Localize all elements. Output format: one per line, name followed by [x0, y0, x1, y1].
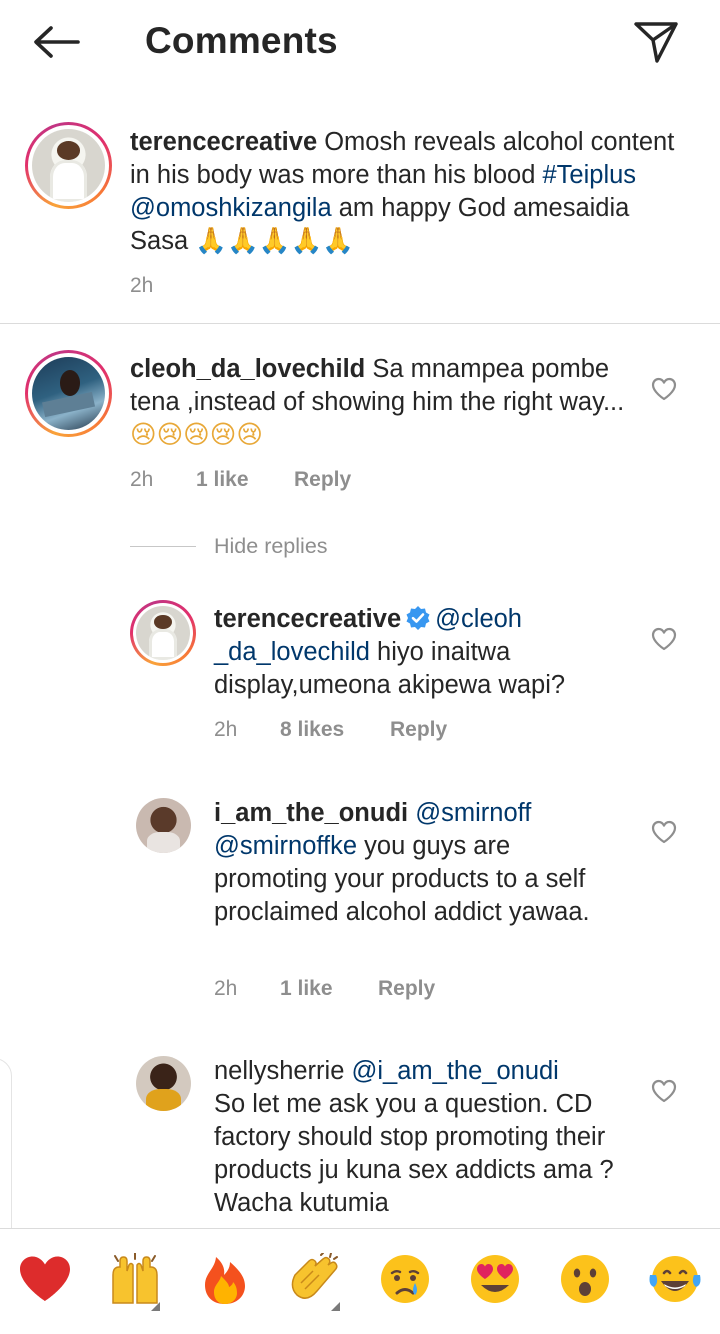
avatar-ring[interactable]	[25, 350, 112, 437]
likes-count[interactable]: 1 like	[196, 468, 294, 492]
emoji-heart-button[interactable]	[0, 1229, 90, 1329]
heart-outline-icon	[651, 377, 677, 401]
timestamp: 2h	[214, 718, 238, 741]
comment-meta: 2h 1 like Reply	[130, 468, 351, 492]
timestamp: 2h	[130, 274, 154, 297]
like-comment-button[interactable]	[650, 819, 678, 845]
reply-button[interactable]: Reply	[294, 468, 351, 492]
skin-tone-indicator	[331, 1302, 340, 1311]
crying-emojis: 😢😢😢😢😢	[130, 420, 263, 450]
mention-link[interactable]: @smirnoffke	[214, 832, 357, 860]
reply-text: terencecreative @cleoh _da_lovechild hiy…	[214, 605, 566, 699]
username[interactable]: i_am_the_onudi	[214, 799, 408, 827]
username[interactable]: nellysherrie	[214, 1057, 344, 1085]
avatar-ring[interactable]	[25, 122, 112, 209]
emoji-crying-button[interactable]	[360, 1229, 450, 1329]
timestamp: 2h	[214, 977, 238, 1000]
verified-badge-icon	[406, 606, 430, 630]
emoji-fire-button[interactable]	[180, 1229, 270, 1329]
reply-text: nellysherrie @i_am_the_onudi So let me as…	[214, 1057, 614, 1217]
emoji-surprised-button[interactable]	[540, 1229, 630, 1329]
like-comment-button[interactable]	[650, 376, 678, 402]
crying-face-icon	[381, 1255, 429, 1303]
emoji-raised-hands-button[interactable]	[90, 1229, 180, 1329]
raised-hands-icon	[112, 1253, 158, 1304]
hashtag-link[interactable]: #Teiplus	[542, 161, 636, 189]
timestamp: 2h	[130, 468, 154, 491]
likes-count[interactable]: 8 likes	[280, 718, 390, 742]
reply-button[interactable]: Reply	[378, 977, 435, 1001]
reply-meta: 2h 8 likes Reply	[214, 718, 447, 742]
pray-emojis: 🙏🙏🙏🙏🙏	[195, 226, 354, 256]
caption-text: terencecreative Omosh reveals alcohol co…	[130, 128, 675, 256]
heart-outline-icon	[651, 627, 677, 651]
hide-replies-toggle[interactable]: Hide replies	[130, 534, 328, 559]
username[interactable]: terencecreative	[130, 128, 317, 156]
mention-link[interactable]: @smirnoff	[415, 799, 531, 827]
username[interactable]: cleoh_da_lovechild	[130, 355, 365, 383]
reply-meta: 2h 1 like Reply	[214, 977, 435, 1001]
back-arrow-icon	[34, 26, 80, 58]
heart-eyes-icon	[471, 1255, 519, 1303]
share-button[interactable]	[630, 18, 682, 66]
emoji-clapping-button[interactable]	[270, 1229, 360, 1329]
heart-outline-icon	[651, 820, 677, 844]
red-heart-icon	[20, 1256, 70, 1301]
top-bar: Comments	[0, 0, 720, 86]
avatar[interactable]	[136, 798, 191, 853]
paper-plane-icon	[634, 22, 678, 63]
avatar[interactable]	[136, 1056, 191, 1111]
surprised-face-icon	[561, 1255, 609, 1303]
like-comment-button[interactable]	[650, 1078, 678, 1104]
page-title: Comments	[145, 20, 338, 61]
reply-button[interactable]: Reply	[390, 718, 447, 742]
thread-line	[130, 546, 196, 547]
emoji-heart-eyes-button[interactable]	[450, 1229, 540, 1329]
reply-text: i_am_the_onudi @smirnoff @smirnoffke you…	[214, 799, 590, 926]
skin-tone-indicator	[151, 1302, 160, 1311]
mention-link[interactable]: @omoshkizangila	[130, 194, 332, 222]
mention-link[interactable]: @i_am_the_onudi	[351, 1057, 558, 1085]
likes-count[interactable]: 1 like	[280, 977, 378, 1001]
clapping-hands-icon	[291, 1253, 338, 1299]
username[interactable]: terencecreative	[214, 605, 401, 633]
fire-icon	[205, 1257, 245, 1304]
avatar	[32, 357, 105, 430]
comment-text: cleoh_da_lovechild Sa mnampea pombe tena…	[130, 355, 625, 450]
emoji-laughing-button[interactable]	[630, 1229, 720, 1329]
heart-outline-icon	[651, 1079, 677, 1103]
tears-of-joy-icon	[649, 1256, 701, 1302]
divider	[0, 323, 720, 324]
back-button[interactable]	[30, 20, 82, 64]
emoji-quick-bar	[0, 1228, 720, 1334]
hide-replies-label: Hide replies	[214, 534, 328, 558]
like-comment-button[interactable]	[650, 626, 678, 652]
caption-meta: 2h	[130, 274, 196, 298]
avatar-ring[interactable]	[130, 600, 196, 666]
avatar	[32, 129, 105, 202]
avatar	[136, 606, 190, 660]
